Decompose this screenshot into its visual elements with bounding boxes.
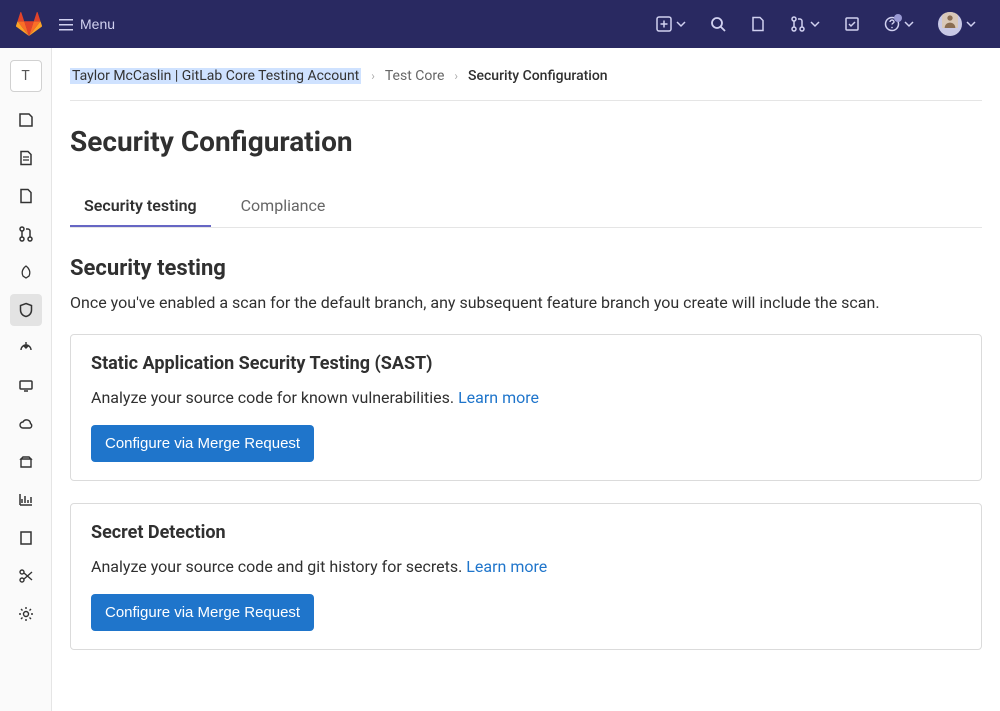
configure-secret-detection-button[interactable]: Configure via Merge Request (91, 594, 314, 631)
section-title: Security testing (70, 256, 982, 281)
chart-icon (18, 492, 34, 508)
left-sidebar: T (0, 48, 52, 711)
search-icon (710, 16, 726, 32)
document-icon (750, 16, 766, 32)
sidebar-deployments[interactable] (10, 332, 42, 364)
page-title: Security Configuration (70, 125, 982, 158)
sidebar-monitor[interactable] (10, 370, 42, 402)
card-title: Secret Detection (91, 522, 961, 543)
help-button[interactable] (876, 10, 922, 38)
scissors-icon (18, 568, 34, 584)
card-description: Analyze your source code and git history… (91, 557, 961, 576)
section-description: Once you've enabled a scan for the defau… (70, 293, 982, 312)
chevron-down-icon (810, 19, 820, 29)
new-dropdown-button[interactable] (648, 10, 694, 38)
sidebar-analytics[interactable] (10, 484, 42, 516)
chevron-down-icon (904, 19, 914, 29)
top-nav: Menu (0, 0, 1000, 48)
menu-label: Menu (80, 16, 115, 32)
rocket-icon (18, 264, 34, 280)
issues-button[interactable] (742, 10, 774, 38)
avatar (938, 12, 962, 36)
tab-compliance[interactable]: Compliance (227, 186, 340, 227)
chevron-down-icon (966, 19, 976, 29)
card-desc-text: Analyze your source code for known vulne… (91, 388, 454, 407)
sidebar-wiki[interactable] (10, 522, 42, 554)
gear-icon (18, 606, 34, 622)
todos-button[interactable] (836, 10, 868, 38)
merge-request-icon (790, 16, 806, 32)
sidebar-snippets[interactable] (10, 560, 42, 592)
gitlab-logo-icon[interactable] (16, 12, 42, 36)
help-icon (884, 16, 900, 32)
package-icon (18, 454, 34, 470)
search-button[interactable] (702, 10, 734, 38)
breadcrumb-item-account[interactable]: Taylor McCaslin | GitLab Core Testing Ac… (70, 68, 361, 84)
breadcrumb-separator: › (371, 69, 375, 83)
file-icon (18, 150, 34, 166)
breadcrumb: Taylor McCaslin | GitLab Core Testing Ac… (70, 68, 982, 101)
breadcrumb-separator: › (454, 69, 458, 83)
card-description: Analyze your source code for known vulne… (91, 388, 961, 407)
card-sast: Static Application Security Testing (SAS… (70, 334, 982, 481)
tab-security-testing[interactable]: Security testing (70, 186, 211, 227)
learn-more-link[interactable]: Learn more (458, 388, 539, 407)
tabs: Security testing Compliance (70, 186, 982, 228)
sidebar-repository[interactable] (10, 142, 42, 174)
plus-box-icon (656, 16, 672, 32)
deploy-icon (18, 340, 34, 356)
sidebar-cicd[interactable] (10, 256, 42, 288)
breadcrumb-item-project[interactable]: Test Core (385, 68, 445, 84)
sidebar-issues[interactable] (10, 180, 42, 212)
sidebar-packages[interactable] (10, 446, 42, 478)
sidebar-project-info[interactable] (10, 104, 42, 136)
cloud-icon (18, 416, 34, 432)
user-dropdown-button[interactable] (930, 6, 984, 42)
sidebar-infrastructure[interactable] (10, 408, 42, 440)
menu-button[interactable]: Menu (50, 10, 123, 38)
chevron-down-icon (676, 19, 686, 29)
card-secret-detection: Secret Detection Analyze your source cod… (70, 503, 982, 650)
project-avatar[interactable]: T (10, 60, 42, 92)
learn-more-link[interactable]: Learn more (466, 557, 547, 576)
book-icon (18, 530, 34, 546)
card-desc-text: Analyze your source code and git history… (91, 557, 462, 576)
merge-requests-dropdown-button[interactable] (782, 10, 828, 38)
todo-icon (844, 16, 860, 32)
sidebar-security[interactable] (10, 294, 42, 326)
sidebar-settings[interactable] (10, 598, 42, 630)
merge-icon (18, 226, 34, 242)
main-content: Taylor McCaslin | GitLab Core Testing Ac… (52, 48, 1000, 711)
issue-icon (18, 188, 34, 204)
shield-icon (18, 302, 34, 318)
project-icon (18, 112, 34, 128)
configure-sast-button[interactable]: Configure via Merge Request (91, 425, 314, 462)
sidebar-merge-requests[interactable] (10, 218, 42, 250)
hamburger-icon (58, 16, 74, 32)
card-title: Static Application Security Testing (SAS… (91, 353, 961, 374)
monitor-icon (18, 378, 34, 394)
breadcrumb-item-current: Security Configuration (468, 68, 608, 84)
